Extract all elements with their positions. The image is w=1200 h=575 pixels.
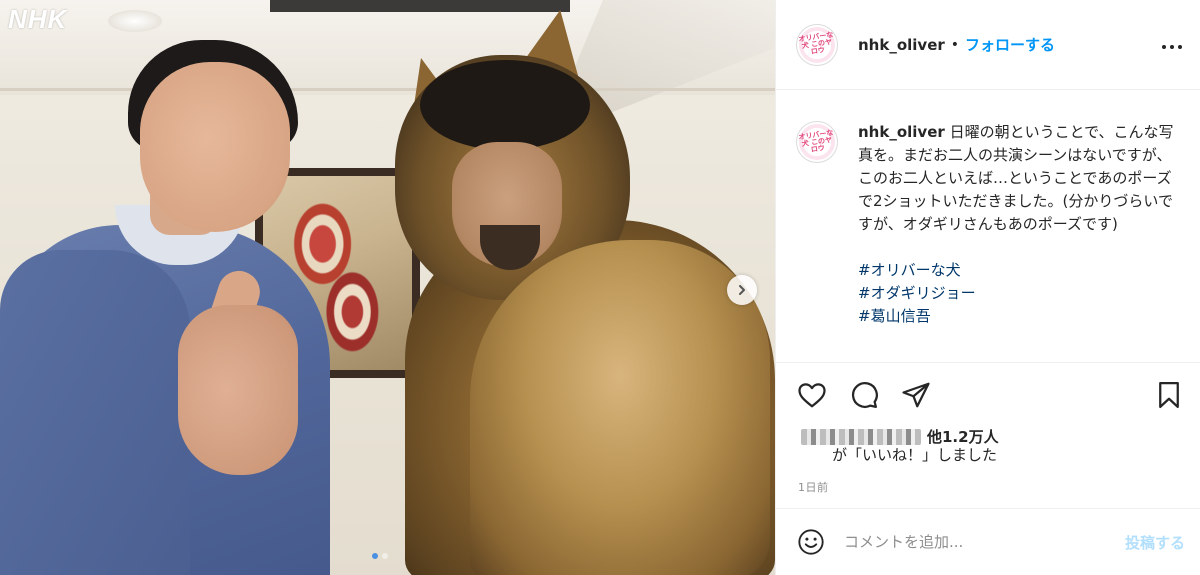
photo-man-hand (178, 305, 298, 475)
action-icons (796, 377, 1185, 413)
avatar[interactable]: オリバーな犬 このヤロウ (796, 23, 838, 66)
paper-plane-icon (902, 382, 930, 408)
post-timestamp[interactable]: 1日前 (798, 479, 829, 495)
bookmark-icon (1159, 382, 1179, 408)
hashtag-link[interactable]: #葛山信吾 (858, 305, 1178, 328)
share-button[interactable] (900, 379, 932, 411)
caption-avatar-logo-text: オリバーな犬 このヤロウ (798, 128, 834, 154)
caption-row: オリバーな犬 このヤロウ nhk_oliver 日曜の朝ということで、こんな写真… (796, 121, 1181, 328)
hashtag-link[interactable]: #オリバーな犬 (858, 259, 1178, 282)
caption-username[interactable]: nhk_oliver (858, 123, 945, 141)
photo-man-face (140, 62, 290, 232)
comment-bar: 投稿する (776, 508, 1200, 575)
header-username[interactable]: nhk_oliver (858, 36, 945, 54)
emoji-button[interactable] (796, 527, 826, 557)
photo-costume-paw (470, 240, 770, 575)
smiley-icon (798, 529, 824, 555)
hashtag-list: #オリバーな犬 #オダギリジョー #葛山信吾 (858, 259, 1178, 328)
caption-text: nhk_oliver 日曜の朝ということで、こんな写真を。まだお二人の共演シーン… (858, 121, 1178, 328)
photo-ceiling-lamp (108, 10, 162, 32)
post-header: オリバーな犬 このヤロウ nhk_oliver • フォローする (776, 0, 1200, 90)
hashtag-link[interactable]: #オダギリジョー (858, 282, 1178, 305)
photo-man-arm (0, 250, 190, 575)
caption-avatar-circle: オリバーな犬 このヤロウ (796, 121, 838, 163)
heart-icon (798, 383, 826, 408)
follow-button[interactable]: フォローする (965, 34, 1055, 55)
more-options-icon[interactable] (1161, 34, 1183, 54)
avatar-logo: オリバーな犬 このヤロウ (798, 26, 835, 63)
post-side-panel: オリバーな犬 このヤロウ nhk_oliver • フォローする オリバーな犬 … (775, 0, 1200, 575)
nhk-watermark: NHK (8, 4, 68, 34)
caption-avatar-logo: オリバーな犬 このヤロウ (798, 124, 835, 160)
carousel-next-button[interactable] (727, 275, 757, 305)
caption-avatar[interactable]: オリバーな犬 このヤロウ (796, 121, 838, 328)
comment-input[interactable] (844, 533, 1125, 551)
comment-icon (852, 382, 878, 408)
photo-vent (270, 0, 570, 12)
carousel-dot-1[interactable] (372, 553, 378, 559)
action-bar (776, 362, 1200, 413)
carousel-dot-2[interactable] (382, 553, 388, 559)
header-separator: • (950, 36, 960, 53)
comment-button[interactable] (848, 379, 880, 411)
blurred-username (801, 428, 921, 445)
save-button[interactable] (1153, 379, 1185, 411)
caption-area: オリバーな犬 このヤロウ nhk_oliver 日曜の朝ということで、こんな写真… (776, 91, 1200, 361)
liked-text: が「いいね！」しました (832, 446, 998, 464)
chevron-right-icon (739, 285, 745, 295)
like-button[interactable] (796, 379, 828, 411)
post-comment-button[interactable]: 投稿する (1125, 532, 1185, 553)
photo-wall-line (0, 88, 775, 91)
carousel-dots (372, 553, 388, 559)
avatar-logo-text: オリバーな犬 このヤロウ (798, 30, 834, 56)
post-photo[interactable]: NHK (0, 0, 775, 575)
photo-costume-top (420, 60, 590, 150)
